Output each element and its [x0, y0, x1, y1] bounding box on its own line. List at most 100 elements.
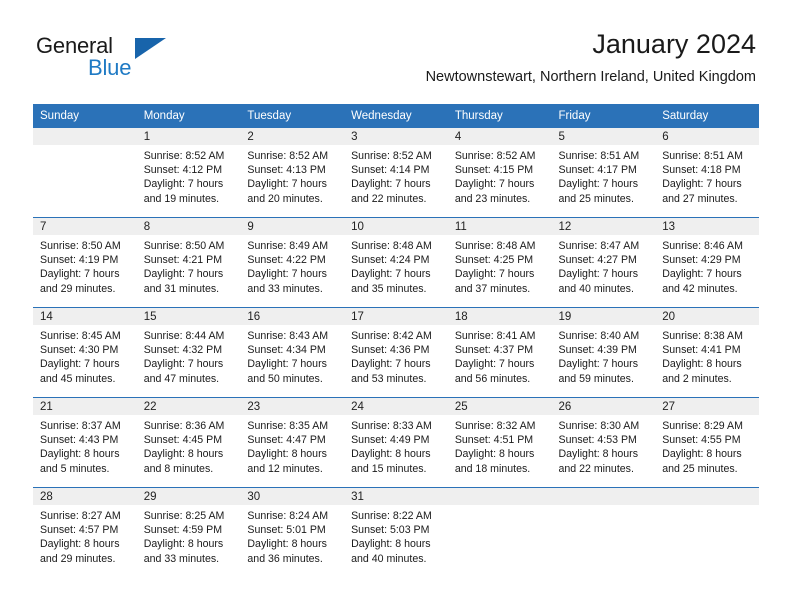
calendar-day[interactable]: 29 Sunrise: 8:25 AM Sunset: 4:59 PM Dayligh… — [136, 487, 241, 577]
daylight-duration-line1: Daylight: 7 hours — [558, 358, 639, 371]
day-number: 7 — [33, 218, 137, 235]
calendar-day[interactable]: 16 Sunrise: 8:43 AM Sunset: 4:34 PM Dayligh… — [240, 307, 345, 397]
day-number: 25 — [447, 398, 552, 415]
day-number: 14 — [33, 308, 137, 325]
daylight-duration-line2: and 2 minutes. — [662, 372, 732, 385]
calendar-day[interactable]: 13 Sunrise: 8:46 AM Sunset: 4:29 PM Dayligh… — [655, 217, 759, 307]
day-details: Sunrise: 8:27 AM Sunset: 4:57 PM Daylight:… — [33, 505, 137, 566]
calendar-day[interactable]: 2 Sunrise: 8:52 AM Sunset: 4:13 PM Daylight… — [240, 127, 345, 217]
calendar-day-cell: 5 Sunrise: 8:51 AM Sunset: 4:17 PM Daylight… — [551, 127, 656, 217]
calendar-day-cell: 15 Sunrise: 8:44 AM Sunset: 4:32 PM Dayligh… — [136, 307, 241, 397]
page-subtitle: Newtownstewart, Northern Ireland, United… — [425, 69, 756, 85]
weekday-header-row: Sunday Monday Tuesday Wednesday Thursday… — [33, 104, 759, 127]
day-number: 15 — [136, 308, 241, 325]
sunrise-time: Sunrise: 8:38 AM — [662, 330, 743, 342]
calendar-day-cell — [551, 487, 656, 577]
day-number: 5 — [551, 128, 656, 145]
sunrise-time: Sunrise: 8:40 AM — [558, 330, 640, 342]
day-details: Sunrise: 8:29 AM Sunset: 4:55 PM Daylight:… — [655, 415, 759, 476]
daylight-duration-line1: Daylight: 8 hours — [40, 538, 120, 551]
calendar-day[interactable]: 6 Sunrise: 8:51 AM Sunset: 4:18 PM Daylight… — [655, 127, 759, 217]
sunset-time: Sunset: 4:14 PM — [351, 164, 430, 177]
sunset-time: Sunset: 4:34 PM — [247, 344, 326, 357]
daylight-duration-line1: Daylight: 7 hours — [247, 268, 327, 281]
calendar-day-cell: 9 Sunrise: 8:49 AM Sunset: 4:22 PM Daylight… — [240, 217, 345, 307]
calendar-day[interactable]: 31 Sunrise: 8:22 AM Sunset: 5:03 PM Dayligh… — [344, 487, 448, 577]
calendar-day[interactable]: 24 Sunrise: 8:33 AM Sunset: 4:49 PM Dayligh… — [344, 397, 448, 487]
daylight-duration-line1: Daylight: 7 hours — [143, 268, 224, 281]
daylight-duration-line2: and 45 minutes. — [40, 372, 116, 385]
day-details: Sunrise: 8:32 AM Sunset: 4:51 PM Daylight:… — [448, 415, 552, 476]
calendar-day-cell: 10 Sunrise: 8:48 AM Sunset: 4:24 PM Dayligh… — [344, 217, 448, 307]
day-number: 2 — [240, 128, 345, 145]
calendar-day[interactable]: 4 Sunrise: 8:52 AM Sunset: 4:15 PM Daylight… — [447, 127, 552, 217]
calendar-day[interactable]: 28 Sunrise: 8:27 AM Sunset: 4:57 PM Dayligh… — [33, 487, 137, 577]
sunrise-time: Sunrise: 8:47 AM — [558, 240, 640, 252]
calendar-day[interactable]: 10 Sunrise: 8:48 AM Sunset: 4:24 PM Dayligh… — [344, 217, 448, 307]
calendar-day[interactable]: 11 Sunrise: 8:48 AM Sunset: 4:25 PM Dayligh… — [447, 217, 552, 307]
daylight-duration-line2: and 50 minutes. — [247, 372, 323, 385]
calendar-day-cell: 25 Sunrise: 8:32 AM Sunset: 4:51 PM Dayligh… — [447, 397, 552, 487]
sunrise-time: Sunrise: 8:46 AM — [662, 240, 743, 252]
sunrise-time: Sunrise: 8:44 AM — [143, 330, 225, 342]
daylight-duration-line2: and 29 minutes. — [40, 282, 116, 295]
sunset-time: Sunset: 5:03 PM — [351, 524, 430, 537]
calendar-day[interactable]: 22 Sunrise: 8:36 AM Sunset: 4:45 PM Dayligh… — [136, 397, 241, 487]
calendar-day-cell: 22 Sunrise: 8:36 AM Sunset: 4:45 PM Dayligh… — [136, 397, 241, 487]
daylight-duration-line1: Daylight: 7 hours — [247, 178, 327, 191]
sunset-time: Sunset: 4:18 PM — [662, 164, 741, 177]
calendar-day[interactable]: 5 Sunrise: 8:51 AM Sunset: 4:17 PM Daylight… — [551, 127, 656, 217]
calendar-day[interactable]: 3 Sunrise: 8:52 AM Sunset: 4:14 PM Daylight… — [344, 127, 448, 217]
sunrise-time: Sunrise: 8:50 AM — [40, 240, 121, 252]
page-title: January 2024 — [592, 29, 756, 59]
daylight-duration-line2: and 15 minutes. — [351, 462, 427, 475]
sunrise-time: Sunrise: 8:50 AM — [143, 240, 225, 252]
calendar-day[interactable]: 9 Sunrise: 8:49 AM Sunset: 4:22 PM Daylight… — [240, 217, 345, 307]
day-number: 17 — [344, 308, 448, 325]
sunset-time: Sunset: 4:49 PM — [351, 434, 430, 447]
sunset-time: Sunset: 5:01 PM — [247, 524, 326, 537]
calendar-day[interactable]: 23 Sunrise: 8:35 AM Sunset: 4:47 PM Dayligh… — [240, 397, 345, 487]
sunrise-time: Sunrise: 8:22 AM — [351, 510, 432, 522]
logo-triangle-icon — [135, 38, 166, 59]
calendar-day[interactable]: 26 Sunrise: 8:30 AM Sunset: 4:53 PM Dayligh… — [551, 397, 656, 487]
weekday-header-wednesday: Wednesday — [344, 104, 448, 127]
calendar-day[interactable]: 14 Sunrise: 8:45 AM Sunset: 4:30 PM Dayligh… — [33, 307, 137, 397]
calendar-day[interactable]: 30 Sunrise: 8:24 AM Sunset: 5:01 PM Dayligh… — [240, 487, 345, 577]
calendar-day[interactable]: 27 Sunrise: 8:29 AM Sunset: 4:55 PM Dayligh… — [655, 397, 759, 487]
sunset-time: Sunset: 4:53 PM — [558, 434, 637, 447]
calendar-day-cell: 18 Sunrise: 8:41 AM Sunset: 4:37 PM Dayligh… — [447, 307, 552, 397]
daylight-duration-line1: Daylight: 7 hours — [558, 178, 639, 191]
calendar-day-cell: 23 Sunrise: 8:35 AM Sunset: 4:47 PM Dayligh… — [240, 397, 345, 487]
calendar-day[interactable]: 7 Sunrise: 8:50 AM Sunset: 4:19 PM Daylight… — [33, 217, 137, 307]
sunrise-time: Sunrise: 8:48 AM — [351, 240, 432, 252]
calendar-day[interactable]: 15 Sunrise: 8:44 AM Sunset: 4:32 PM Dayligh… — [136, 307, 241, 397]
calendar-day[interactable]: 20 Sunrise: 8:38 AM Sunset: 4:41 PM Dayligh… — [655, 307, 759, 397]
calendar-day[interactable]: 17 Sunrise: 8:42 AM Sunset: 4:36 PM Dayligh… — [344, 307, 448, 397]
sunset-time: Sunset: 4:30 PM — [40, 344, 119, 357]
calendar-day-cell — [447, 487, 552, 577]
day-number — [655, 488, 759, 505]
sunrise-time: Sunrise: 8:30 AM — [558, 420, 640, 432]
day-number: 16 — [240, 308, 345, 325]
calendar-day[interactable]: 19 Sunrise: 8:40 AM Sunset: 4:39 PM Dayligh… — [551, 307, 656, 397]
calendar-day[interactable]: 1 Sunrise: 8:52 AM Sunset: 4:12 PM Daylight… — [136, 127, 241, 217]
calendar-day[interactable]: 25 Sunrise: 8:32 AM Sunset: 4:51 PM Dayligh… — [447, 397, 552, 487]
daylight-duration-line1: Daylight: 7 hours — [351, 268, 431, 281]
calendar-day[interactable]: 21 Sunrise: 8:37 AM Sunset: 4:43 PM Dayligh… — [33, 397, 137, 487]
day-number: 30 — [240, 488, 345, 505]
day-number: 21 — [33, 398, 137, 415]
daylight-duration-line2: and 29 minutes. — [40, 552, 116, 565]
calendar-day[interactable]: 18 Sunrise: 8:41 AM Sunset: 4:37 PM Dayligh… — [447, 307, 552, 397]
calendar-day-cell: 14 Sunrise: 8:45 AM Sunset: 4:30 PM Dayligh… — [33, 307, 137, 397]
sunset-time: Sunset: 4:41 PM — [662, 344, 741, 357]
sunset-time: Sunset: 4:55 PM — [662, 434, 741, 447]
calendar-day-cell: 4 Sunrise: 8:52 AM Sunset: 4:15 PM Daylight… — [447, 127, 552, 217]
general-blue-logo[interactable]: General Blue — [36, 33, 216, 83]
day-number: 27 — [655, 398, 759, 415]
calendar-day[interactable]: 12 Sunrise: 8:47 AM Sunset: 4:27 PM Dayligh… — [551, 217, 656, 307]
daylight-duration-line1: Daylight: 7 hours — [351, 358, 431, 371]
day-details: Sunrise: 8:52 AM Sunset: 4:12 PM Daylight:… — [137, 145, 241, 206]
calendar-day[interactable]: 8 Sunrise: 8:50 AM Sunset: 4:21 PM Daylight… — [136, 217, 241, 307]
daylight-duration-line2: and 20 minutes. — [247, 192, 323, 205]
